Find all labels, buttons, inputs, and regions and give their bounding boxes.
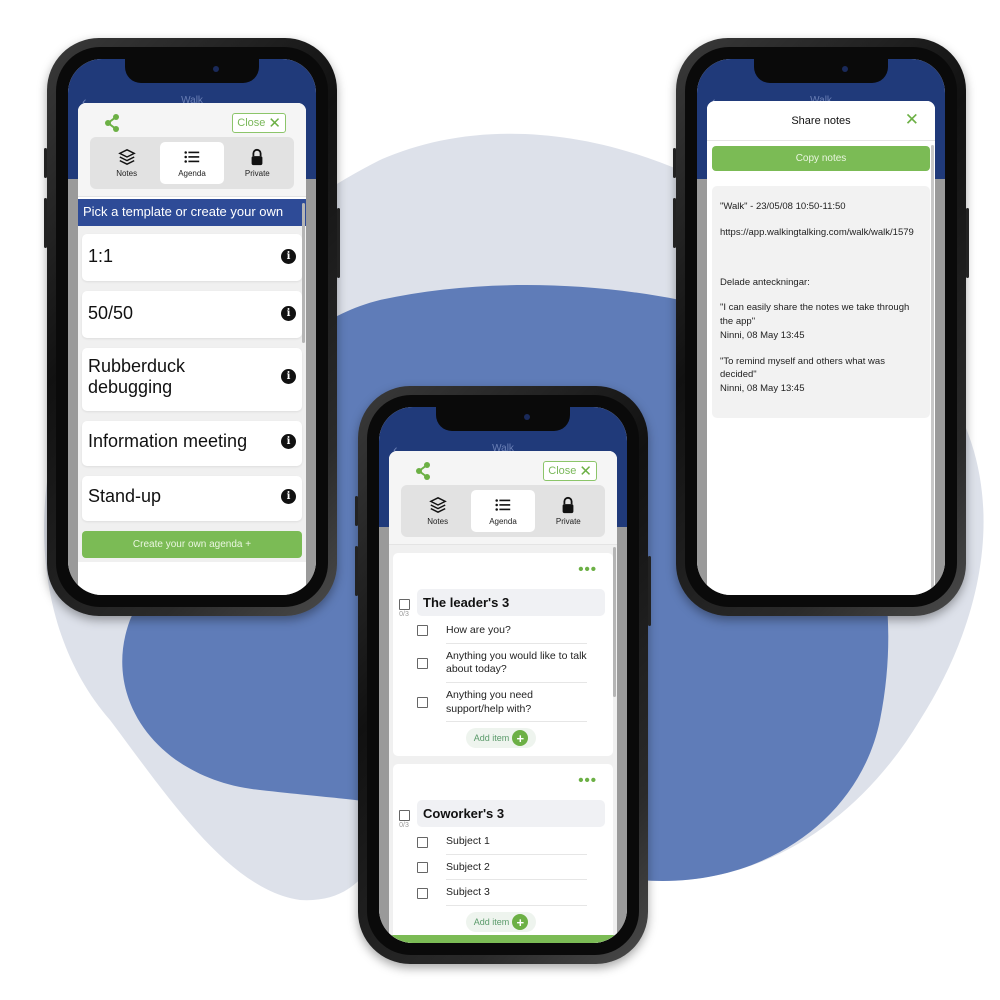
scrollbar[interactable] (931, 145, 934, 595)
agenda-title[interactable]: Coworker's 3 (417, 800, 605, 828)
shared-notes-text: "Walk" - 23/05/08 10:50-11:50 https://ap… (712, 186, 930, 418)
add-item-button[interactable]: Add item + (466, 728, 536, 749)
agenda-item: How are you? (417, 618, 605, 644)
tab-notes[interactable]: Notes (406, 490, 469, 532)
phone-left: ‹ Walk Close ✕ Notes Agenda Private Pick… (44, 38, 340, 616)
close-icon: ✕ (579, 462, 592, 480)
template-item[interactable]: 50/50 i (82, 290, 302, 338)
template-item[interactable]: Information meeting i (82, 421, 302, 467)
template-banner: Pick a template or create your own (78, 199, 306, 226)
note-author: Ninni, 08 May 13:45 (720, 383, 805, 395)
agenda-sheet: Close ✕ Notes Agenda (389, 451, 617, 943)
agenda-card: ••• 0/3 Coworker's 3 Subject 1 Subject 2… (393, 764, 613, 941)
screen: ‹ Walk Close ✕ (379, 407, 627, 943)
more-options-icon[interactable]: ••• (397, 561, 605, 579)
plus-icon: + (512, 730, 529, 747)
agenda-item: Subject 1 (417, 829, 605, 855)
agenda-sheet: Close ✕ Notes Agenda (78, 103, 306, 595)
share-icon[interactable] (102, 113, 122, 133)
agenda-item: Anything you need support/help with? (417, 683, 605, 723)
agenda-item: Subject 3 (417, 880, 605, 907)
agenda-card: ••• 0/3 The leader's 3 How are you? Anyt… (393, 553, 613, 757)
lock-icon (251, 148, 263, 166)
info-icon[interactable]: i (281, 434, 296, 450)
phone-notch (754, 59, 888, 83)
list-icon (184, 151, 200, 163)
plus-icon: + (512, 914, 529, 931)
phone-center: ‹ Walk Close ✕ Notes Agenda Private ••• … (355, 386, 651, 964)
template-list: 1:1 i 50/50 i Rubberduck debugging i Inf… (78, 225, 306, 563)
note-quote: "I can easily share the notes we take th… (720, 302, 910, 328)
more-options-icon[interactable]: ••• (397, 772, 605, 790)
agenda-item: Anything you would like to talk about to… (417, 644, 605, 683)
info-icon[interactable]: i (281, 305, 296, 321)
add-item-button[interactable]: Add item + (466, 912, 536, 933)
walk-url[interactable]: https://app.walkingtalking.com/walk/walk… (720, 226, 922, 240)
tab-notes[interactable]: Notes (95, 142, 158, 184)
screen: ‹ Walk Close ✕ (68, 59, 316, 595)
template-item[interactable]: Rubberduck debugging i (82, 347, 302, 412)
template-item[interactable]: 1:1 i (82, 233, 302, 281)
agenda-progress: 0/3 (399, 611, 409, 618)
info-icon[interactable]: i (281, 489, 296, 505)
item-checkbox[interactable] (417, 836, 428, 848)
close-icon[interactable]: ✕ (905, 110, 919, 130)
walk-line: "Walk" - 23/05/08 10:50-11:50 (720, 201, 846, 212)
agenda-list: ••• 0/3 The leader's 3 How are you? Anyt… (389, 545, 617, 943)
shared-heading: Delade anteckningar: (720, 276, 810, 288)
agenda-item: Subject 2 (417, 855, 605, 881)
info-icon[interactable]: i (281, 369, 296, 385)
create-agenda-button[interactable]: Create your own agenda + (82, 531, 302, 559)
layers-icon (117, 148, 136, 166)
agenda-progress: 0/3 (399, 822, 409, 830)
note-author: Ninni, 08 May 13:45 (720, 329, 805, 341)
close-icon: ✕ (268, 114, 281, 132)
scrollbar[interactable] (613, 547, 616, 697)
scrollbar[interactable] (302, 203, 305, 343)
tab-bar: Notes Agenda Private (90, 137, 294, 189)
close-button[interactable]: Close ✕ (232, 113, 286, 133)
item-checkbox[interactable] (417, 697, 428, 709)
lock-icon (562, 496, 574, 514)
item-checkbox[interactable] (417, 657, 428, 669)
close-label: Close (548, 465, 577, 477)
close-label: Close (237, 117, 266, 129)
bottom-action-bar[interactable] (389, 935, 617, 943)
item-checkbox[interactable] (417, 887, 428, 899)
phone-right: ‹ Walk Share notes ✕ Copy notes "Walk" -… (673, 38, 969, 616)
close-button[interactable]: Close ✕ (543, 461, 597, 481)
phone-notch (436, 407, 570, 431)
item-checkbox[interactable] (417, 862, 428, 874)
phone-notch (125, 59, 259, 83)
layers-icon (428, 496, 447, 514)
share-icon[interactable] (413, 461, 433, 481)
tab-agenda[interactable]: Agenda (160, 142, 224, 184)
share-notes-sheet: Share notes ✕ Copy notes "Walk" - 23/05/… (707, 101, 935, 595)
tab-private[interactable]: Private (226, 142, 289, 184)
agenda-checkbox[interactable] (398, 810, 410, 822)
list-icon (495, 499, 511, 511)
item-checkbox[interactable] (417, 625, 428, 637)
tab-private[interactable]: Private (537, 490, 600, 532)
screen: ‹ Walk Share notes ✕ Copy notes "Walk" -… (697, 59, 945, 595)
note-quote: "To remind myself and others what was de… (720, 355, 885, 381)
tab-agenda[interactable]: Agenda (471, 490, 535, 532)
info-icon[interactable]: i (281, 248, 296, 264)
agenda-title[interactable]: The leader's 3 (417, 589, 605, 616)
tab-bar: Notes Agenda Private (401, 485, 605, 537)
share-notes-title: Share notes (791, 114, 851, 127)
template-item[interactable]: Stand-up i (82, 476, 302, 522)
agenda-checkbox[interactable] (398, 599, 410, 610)
copy-notes-button[interactable]: Copy notes (712, 146, 930, 171)
